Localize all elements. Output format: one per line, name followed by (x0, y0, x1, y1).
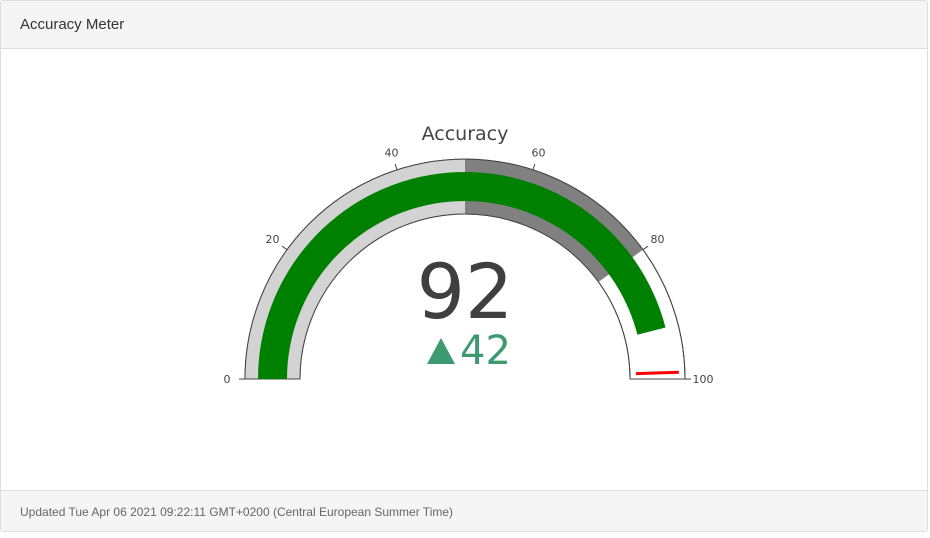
accuracy-gauge: Accuracy 0 20 40 60 80 100 92 42 (224, 123, 714, 386)
accuracy-meter-card: Accuracy Meter Accuracy 0 20 40 60 80 100 92 … (0, 0, 928, 532)
gauge-tick-40 (394, 163, 398, 170)
gauge-tick-label: 20 (265, 233, 279, 246)
delta-up-arrow-icon (427, 338, 455, 364)
card-footer: Updated Tue Apr 06 2021 09:22:11 GMT+020… (1, 490, 927, 531)
gauge-title: Accuracy (422, 123, 509, 145)
card-header: Accuracy Meter (1, 1, 927, 49)
gauge-tick-60 (532, 163, 536, 170)
card-title: Accuracy Meter (20, 16, 125, 33)
gauge-tick-80 (642, 245, 649, 251)
gauge-tick-label: 40 (384, 147, 398, 160)
gauge-delta-value: 42 (460, 328, 511, 374)
gauge-tick-20 (281, 245, 288, 251)
gauge-tick-label: 0 (224, 373, 231, 386)
card-body: Accuracy 0 20 40 60 80 100 92 42 (1, 49, 927, 490)
updated-timestamp: Updated Tue Apr 06 2021 09:22:11 GMT+020… (20, 505, 454, 519)
gauge-threshold-line (635, 370, 679, 376)
gauge-tick-label: 100 (693, 373, 714, 386)
gauge-value: 92 (417, 247, 514, 336)
gauge-tick-label: 80 (651, 233, 665, 246)
gauge-tick-label: 60 (532, 147, 546, 160)
